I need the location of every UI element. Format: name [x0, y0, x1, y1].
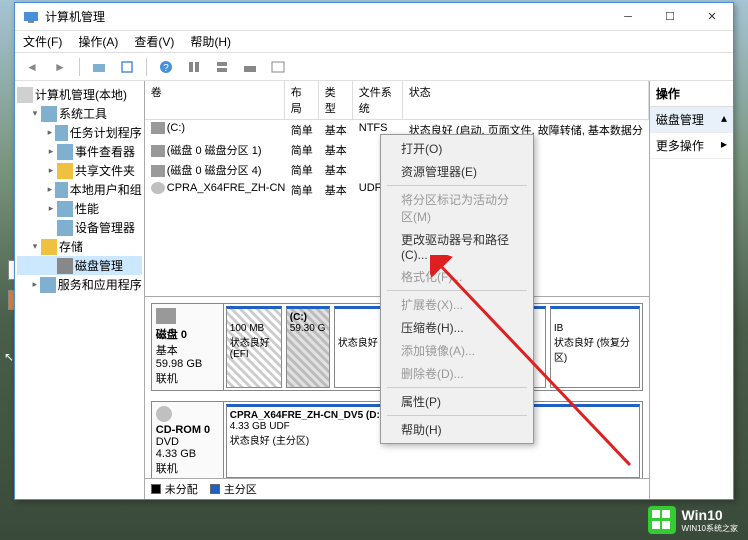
cm-add-mirror: 添加镜像(A)...	[383, 339, 531, 362]
cdrom-icon	[156, 406, 172, 422]
cm-shrink[interactable]: 压缩卷(H)...	[383, 316, 531, 339]
window-title: 计算机管理	[45, 8, 607, 25]
cm-mark-active: 将分区标记为活动分区(M)	[383, 188, 531, 228]
cm-change-letter[interactable]: 更改驱动器号和路径(C)...	[383, 228, 531, 265]
tree-services[interactable]: ▸服务和应用程序	[17, 275, 142, 294]
minimize-button[interactable]: ─	[607, 3, 649, 31]
tree-local-users[interactable]: ▸本地用户和组	[17, 180, 142, 199]
col-layout[interactable]: 布局	[285, 81, 319, 119]
col-filesystem[interactable]: 文件系统	[353, 81, 403, 119]
chevron-right-icon: ▸	[721, 137, 727, 154]
refresh-button[interactable]	[116, 56, 138, 78]
actions-group[interactable]: 磁盘管理▴	[650, 107, 733, 133]
partition-efi[interactable]: 100 MB状态良好 (EFI	[226, 306, 282, 388]
cm-open[interactable]: 打开(O)	[383, 137, 531, 160]
actions-panel: 操作 磁盘管理▴ 更多操作▸	[650, 81, 733, 499]
app-icon	[23, 9, 39, 25]
toolbar-icon[interactable]	[267, 56, 289, 78]
back-button[interactable]: ◄	[21, 56, 43, 78]
cm-format: 格式化(F)...	[383, 265, 531, 288]
partition-recovery[interactable]: IB状态良好 (恢复分区)	[550, 306, 640, 388]
menubar: 文件(F) 操作(A) 查看(V) 帮助(H)	[15, 31, 733, 53]
disk-icon	[156, 308, 176, 324]
toolbar-icon[interactable]	[211, 56, 233, 78]
navigation-tree[interactable]: 计算机管理(本地) ▾系统工具 ▸任务计划程序 ▸事件查看器 ▸共享文件夹 ▸本…	[15, 81, 145, 499]
forward-button[interactable]: ►	[49, 56, 71, 78]
tree-event-viewer[interactable]: ▸事件查看器	[17, 142, 142, 161]
menu-action[interactable]: 操作(A)	[74, 31, 122, 52]
actions-header: 操作	[650, 81, 733, 107]
watermark-logo-icon	[648, 506, 676, 534]
context-menu: 打开(O) 资源管理器(E) 将分区标记为活动分区(M) 更改驱动器号和路径(C…	[380, 134, 534, 444]
tree-device-manager[interactable]: 设备管理器	[17, 218, 142, 237]
help-button[interactable]: ?	[155, 56, 177, 78]
watermark: Win10WIN10系统之家	[648, 506, 738, 534]
col-type[interactable]: 类型	[319, 81, 353, 119]
actions-more[interactable]: 更多操作▸	[650, 133, 733, 159]
menu-view[interactable]: 查看(V)	[130, 31, 178, 52]
cm-properties[interactable]: 属性(P)	[383, 390, 531, 413]
tree-shared-folders[interactable]: ▸共享文件夹	[17, 161, 142, 180]
menu-help[interactable]: 帮助(H)	[186, 31, 235, 52]
tree-root[interactable]: 计算机管理(本地)	[17, 85, 142, 104]
svg-text:?: ?	[163, 63, 169, 74]
legend: 未分配 主分区	[145, 478, 649, 499]
tree-storage[interactable]: ▾存储	[17, 237, 142, 256]
toolbar-icon[interactable]	[88, 56, 110, 78]
toolbar-icon[interactable]	[183, 56, 205, 78]
cursor-icon: ↖	[4, 350, 14, 364]
col-volume[interactable]: 卷	[145, 81, 285, 119]
tree-performance[interactable]: ▸性能	[17, 199, 142, 218]
titlebar: 计算机管理 ─ ☐ ✕	[15, 3, 733, 31]
tree-task-scheduler[interactable]: ▸任务计划程序	[17, 123, 142, 142]
cm-help[interactable]: 帮助(H)	[383, 418, 531, 441]
computer-management-window: 计算机管理 ─ ☐ ✕ 文件(F) 操作(A) 查看(V) 帮助(H) ◄ ► …	[14, 2, 734, 500]
cm-delete: 删除卷(D)...	[383, 362, 531, 385]
chevron-up-icon: ▴	[721, 111, 727, 128]
tree-system-tools[interactable]: ▾系统工具	[17, 104, 142, 123]
close-button[interactable]: ✕	[691, 3, 733, 31]
maximize-button[interactable]: ☐	[649, 3, 691, 31]
toolbar-icon[interactable]	[239, 56, 261, 78]
col-status[interactable]: 状态	[403, 81, 649, 119]
cm-extend: 扩展卷(X)...	[383, 293, 531, 316]
menu-file[interactable]: 文件(F)	[19, 31, 66, 52]
partition-c[interactable]: (C:)59.30 G	[286, 306, 330, 388]
cm-explorer[interactable]: 资源管理器(E)	[383, 160, 531, 183]
toolbar: ◄ ► ?	[15, 53, 733, 81]
tree-disk-management[interactable]: 磁盘管理	[17, 256, 142, 275]
